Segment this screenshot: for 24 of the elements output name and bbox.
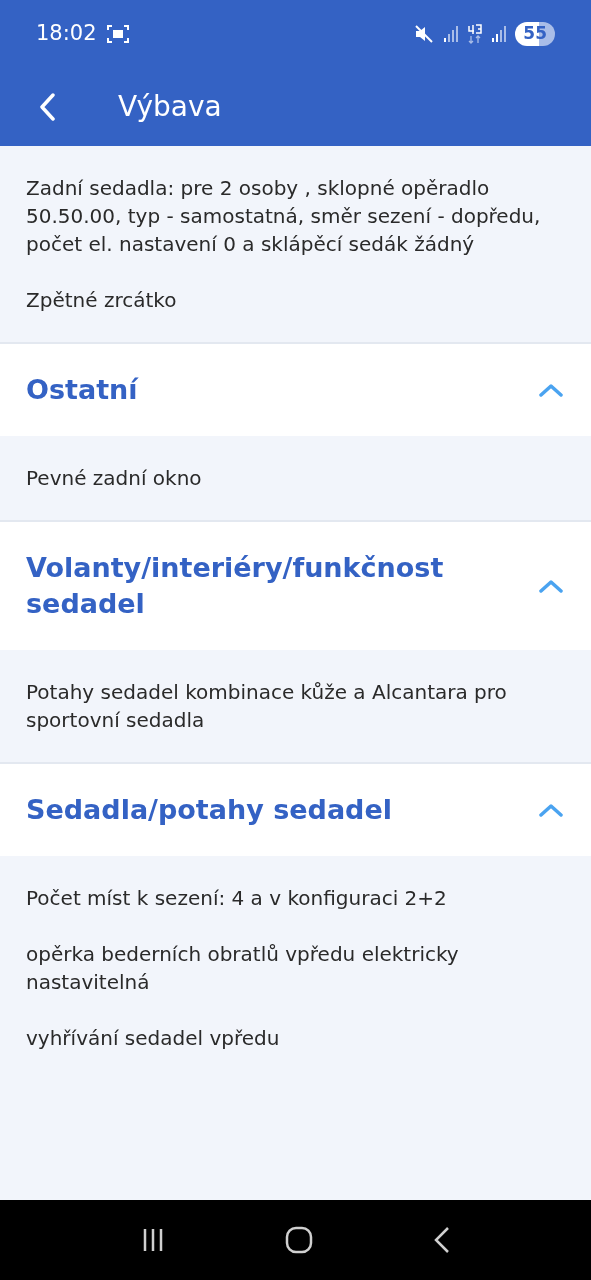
screenshot-icon (106, 24, 129, 44)
equipment-item: vyhřívání sedadel vpředu (25, 1025, 281, 1052)
battery-level: 55 (515, 22, 555, 46)
signal-icon (443, 26, 460, 42)
status-time: 18:02 (36, 20, 97, 48)
back-icon (39, 93, 55, 121)
screen-title: Výbava (118, 89, 222, 125)
section-title: Sedadla/potahy sedadel (26, 793, 393, 827)
section-header[interactable]: Volanty/interiéry/funkčnost sedadel (0, 520, 591, 650)
section-title: Ostatní (26, 373, 138, 407)
section-header[interactable]: Sedadla/potahy sedadel (0, 762, 591, 856)
equipment-item: Zadní sedadla: pre 2 osoby , sklopné opěradlo 50.50.00, typ - samostatná, směr sezení - dopředu, počet el. nastavení 0 a sklápěcí sedák žádný (25, 175, 542, 258)
section-title: Volanty/interiéry/funkčnost sedadel (26, 551, 445, 621)
equipment-item: Potahy sedadel kombinace kůže a Alcantara pro sportovní sedadla (25, 679, 508, 734)
signal-icon (491, 26, 508, 42)
equipment-item: opěrka bederních obratlů vpředu elektricky nastavitelná (25, 941, 460, 996)
equipment-item: Zpětné zrcátko (25, 287, 178, 314)
mobile-data-icon (467, 24, 484, 44)
home-icon[interactable] (285, 1226, 314, 1254)
section-header[interactable]: Ostatní (0, 342, 591, 436)
back-icon[interactable] (433, 1226, 452, 1254)
mute-icon (415, 25, 434, 43)
equipment-item: Počet míst k sezení: 4 a v konfiguraci 2+2 (25, 885, 448, 912)
equipment-item: Pevné zadní okno (25, 465, 203, 492)
